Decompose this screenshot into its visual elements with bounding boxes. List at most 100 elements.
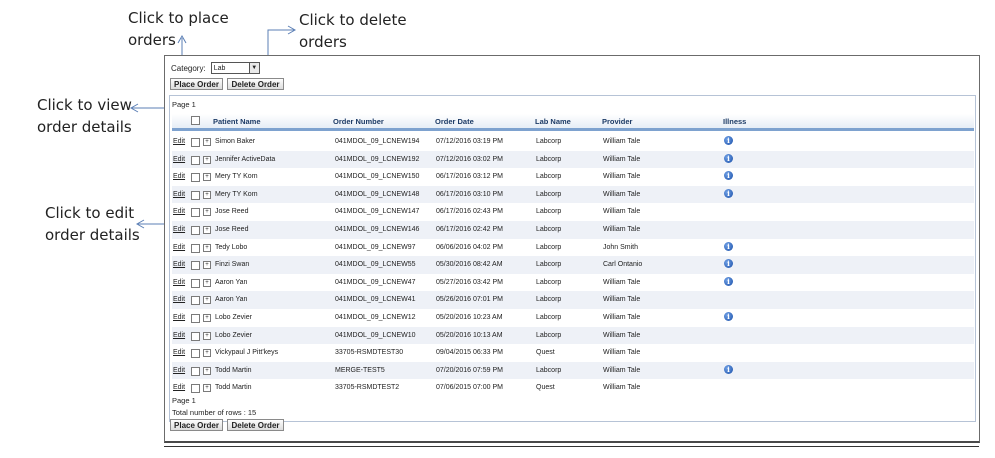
row-checkbox[interactable] [191,261,200,271]
lab-name: Labcorp [536,296,562,304]
lab-name: Quest [536,384,555,392]
edit-link[interactable]: Edit [173,191,185,198]
place-order-button[interactable]: Place Order [170,78,223,90]
expand-details-icon[interactable]: + [203,173,211,182]
delete-order-button-bottom[interactable]: Delete Order [227,419,284,431]
expand-details-icon[interactable]: + [203,331,211,340]
provider-name: William Tale [603,349,641,357]
col-illness[interactable]: Illness [723,117,746,126]
row-checkbox[interactable] [191,331,200,341]
col-patient-name[interactable]: Patient Name [213,117,261,126]
expand-details-icon[interactable]: + [203,349,211,358]
edit-link[interactable]: Edit [173,367,185,374]
edit-link[interactable]: Edit [173,156,185,163]
table-row: Edit + Simon Baker 041MDOL_09_LCNEW194 07/12… [172,133,974,151]
expand-details-icon[interactable]: + [203,208,211,217]
row-checkbox[interactable] [191,190,200,200]
info-icon[interactable]: i [724,136,733,145]
col-order-number[interactable]: Order Number [333,117,384,126]
category-select[interactable]: Lab ▼ [210,62,260,74]
expand-details-icon[interactable]: + [203,155,211,164]
expand-details-icon[interactable]: + [203,366,211,375]
expand-details-icon[interactable]: + [203,384,211,393]
edit-link[interactable]: Edit [173,384,185,391]
order-number: 041MDOL_09_LCNEW47 [335,278,416,286]
order-number: 041MDOL_09_LCNEW97 [335,243,416,251]
lab-name: Labcorp [536,190,562,198]
provider-name: William Tale [603,278,641,286]
lab-name: Labcorp [536,366,562,374]
row-checkbox[interactable] [191,349,200,359]
col-provider[interactable]: Provider [602,117,632,126]
order-number: 33705-RSMDTEST30 [335,349,404,357]
info-icon[interactable]: i [724,241,733,251]
select-all-checkbox[interactable] [191,116,200,125]
table-row: Edit + Jose Reed 041MDOL_09_LCNEW146 06/17/2… [172,221,974,239]
info-icon[interactable]: i [724,153,733,163]
row-checkbox[interactable] [191,243,200,253]
row-checkbox[interactable] [191,296,200,306]
provider-name: William Tale [603,173,641,181]
edit-link[interactable]: Edit [173,332,185,339]
table-row: Edit + Jose Reed 041MDOL_09_LCNEW147 06/17/2… [172,203,974,221]
expand-details-icon[interactable]: + [203,296,211,305]
info-icon[interactable]: i [724,364,733,374]
info-icon[interactable]: i [724,276,733,286]
row-checkbox[interactable] [191,208,200,218]
expand-details-icon[interactable]: + [203,138,211,146]
edit-link[interactable]: Edit [173,349,185,356]
order-number: 041MDOL_09_LCNEW147 [335,208,420,216]
order-number: 041MDOL_09_LCNEW150 [335,173,420,181]
row-checkbox[interactable] [191,155,200,165]
edit-link[interactable]: Edit [173,296,185,303]
expand-details-icon[interactable]: + [203,226,211,234]
delete-order-button[interactable]: Delete Order [227,78,284,90]
expand-details-icon[interactable]: + [203,278,211,287]
row-checkbox[interactable] [191,384,200,394]
expand-details-icon[interactable]: + [203,314,211,322]
row-checkbox[interactable] [191,314,200,323]
lab-name: Labcorp [536,173,562,181]
patient-name: Lobo Zevier [215,314,252,321]
info-icon[interactable]: i [724,312,733,321]
patient-name: Jose Reed [215,208,249,216]
place-order-button-bottom[interactable]: Place Order [170,419,223,431]
order-number: 041MDOL_09_LCNEW146 [335,226,420,233]
edit-link[interactable]: Edit [173,138,185,145]
expand-details-icon[interactable]: + [203,243,211,252]
patient-name: Aaron Yan [215,296,248,304]
row-checkbox[interactable] [191,138,200,147]
edit-link[interactable]: Edit [173,314,185,321]
patient-name: Jose Reed [215,226,249,233]
expand-details-icon[interactable]: + [203,190,211,199]
expand-details-icon[interactable]: + [203,261,211,270]
order-date: 06/17/2016 03:10 PM [436,190,503,198]
edit-link[interactable]: Edit [173,261,185,268]
edit-link[interactable]: Edit [173,208,185,215]
category-label: Category: [171,63,206,73]
total-rows: Total number of rows : 15 [172,408,257,417]
row-checkbox[interactable] [191,366,200,376]
patient-name: Mery TY Kom [215,190,258,198]
row-checkbox[interactable] [191,278,200,288]
order-number: 041MDOL_09_LCNEW55 [335,261,416,269]
table-row: Edit + Aaron Yan 041MDOL_09_LCNEW41 05/26/20… [172,291,974,309]
chevron-down-icon[interactable]: ▼ [248,63,259,73]
edit-link[interactable]: Edit [173,244,185,251]
edit-link[interactable]: Edit [173,226,185,233]
row-checkbox[interactable] [191,173,200,183]
provider-name: William Tale [603,296,641,304]
info-icon[interactable]: i [724,259,733,269]
order-number: 33705-RSMDTEST2 [335,384,400,392]
col-lab-name[interactable]: Lab Name [535,117,571,126]
col-order-date[interactable]: Order Date [435,117,474,126]
order-date: 06/17/2016 02:42 PM [436,226,503,233]
edit-link[interactable]: Edit [173,173,185,180]
patient-name: Todd Martin [215,366,252,374]
order-date: 07/12/2016 03:02 PM [436,155,503,163]
edit-link[interactable]: Edit [173,279,185,286]
info-icon[interactable]: i [724,171,733,181]
row-checkbox[interactable] [191,226,200,235]
table-row: Edit + Mery TY Kom 041MDOL_09_LCNEW150 06/17… [172,168,974,186]
info-icon[interactable]: i [724,188,733,198]
